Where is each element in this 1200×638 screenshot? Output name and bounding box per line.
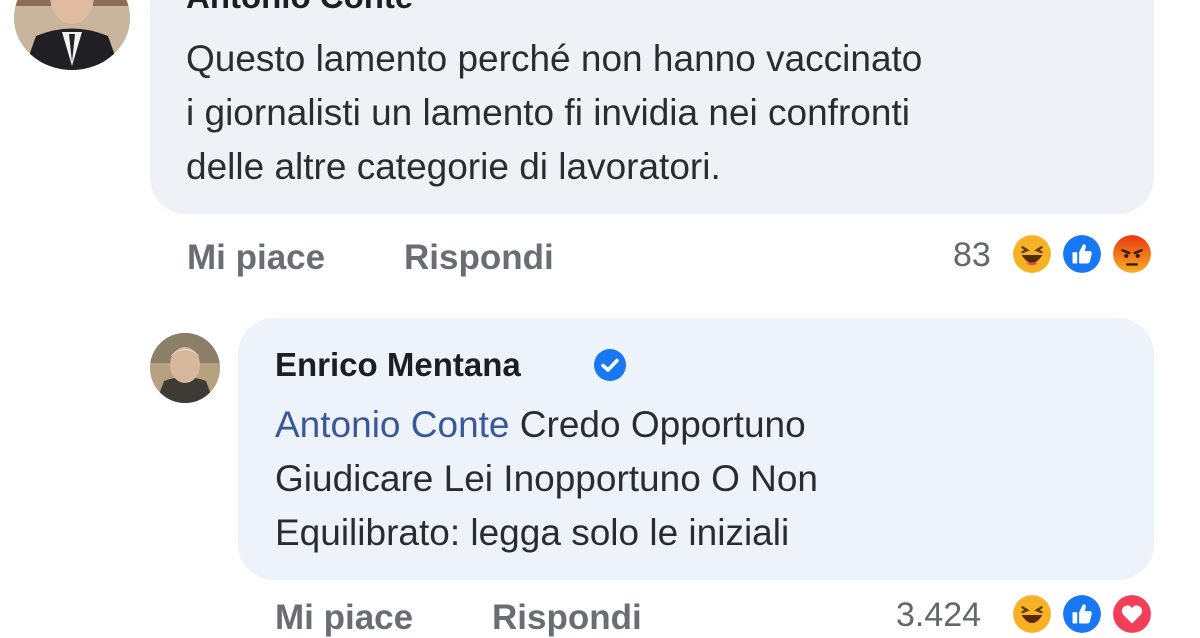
mention-link[interactable]: Antonio Conte: [275, 404, 510, 445]
comment-text-line: Giudicare Lei Inopportuno O Non: [275, 458, 819, 499]
angry-icon[interactable]: [1110, 232, 1154, 276]
avatar-photo: [150, 333, 220, 403]
comment-text-line: Questo lamento perché non hanno vaccinat…: [186, 38, 923, 79]
like-button[interactable]: Mi piace: [275, 598, 413, 638]
comment-text: Questo lamento perché non hanno vaccinat…: [186, 32, 922, 194]
comment-text-fragment: Credo Opportuno: [509, 404, 806, 445]
like-button[interactable]: Mi piace: [187, 238, 325, 278]
reply-button[interactable]: Rispondi: [492, 598, 642, 638]
avatar-enrico-mentana[interactable]: [150, 333, 220, 403]
reply-bubble: Enrico Mentana Antonio Conte Credo Oppor…: [238, 318, 1154, 580]
like-icon[interactable]: [1060, 232, 1104, 276]
haha-icon[interactable]: [1010, 232, 1054, 276]
comment-text-line: delle altre categorie di lavoratori.: [186, 146, 721, 187]
comment-author[interactable]: Antonio Conte: [186, 0, 413, 16]
reaction-count[interactable]: 83: [953, 236, 991, 275]
reply-button[interactable]: Rispondi: [404, 238, 554, 278]
avatar-antonio-conte[interactable]: [14, 0, 130, 70]
like-icon[interactable]: [1060, 592, 1104, 636]
comment-author[interactable]: Enrico Mentana: [275, 346, 521, 384]
reaction-count[interactable]: 3.424: [896, 596, 981, 635]
comment-bubble: Antonio Conte Questo lamento perché non …: [150, 0, 1154, 214]
avatar-photo: [14, 0, 130, 70]
comment-text-line: i giornalisti un lamento fi invidia nei …: [186, 92, 910, 133]
comment-text-line: Equilibrato: legga solo le iniziali: [275, 512, 790, 553]
haha-icon[interactable]: [1010, 592, 1054, 636]
verified-badge-icon: [593, 348, 627, 382]
comment-text-line: Antonio Conte Credo Opportuno: [275, 398, 818, 452]
comment-text: Antonio Conte Credo Opportuno Giudicare …: [275, 398, 818, 560]
love-icon[interactable]: [1110, 592, 1154, 636]
